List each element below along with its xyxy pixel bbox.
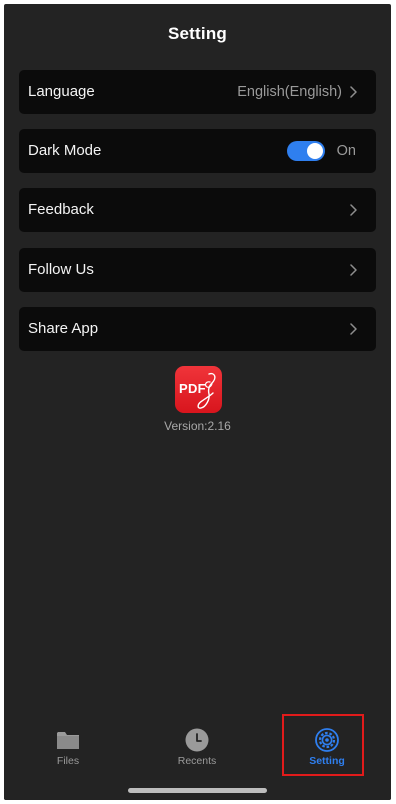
feedback-label: Feedback — [28, 201, 94, 218]
tab-files[interactable]: Files — [23, 714, 113, 774]
folder-icon — [57, 732, 79, 749]
dark-mode-toggle[interactable] — [287, 141, 325, 161]
settings-screen: Setting Language English(English) Dark M… — [4, 4, 391, 800]
clock-icon — [185, 728, 209, 752]
chevron-right-icon — [350, 204, 357, 216]
page-title: Setting — [167, 24, 227, 43]
chevron-right-icon — [350, 86, 357, 98]
follow-us-row[interactable]: Follow Us — [19, 248, 376, 292]
app-logo: PDF — [175, 366, 222, 413]
chevron-right-icon — [350, 323, 357, 335]
share-app-label: Share App — [28, 320, 99, 337]
tab-recents-label: Recents — [177, 755, 217, 767]
tab-recents[interactable]: Recents — [152, 714, 242, 774]
language-row[interactable]: Language English(English) — [19, 70, 376, 114]
dark-mode-label: Dark Mode — [28, 142, 102, 159]
language-value: English(English) — [237, 84, 342, 100]
share-app-row[interactable]: Share App — [19, 307, 376, 351]
dark-mode-row: Dark Mode On — [19, 129, 376, 173]
toggle-knob — [307, 143, 323, 159]
tab-files-label: Files — [56, 755, 80, 767]
follow-us-label: Follow Us — [28, 261, 94, 278]
signature-script-icon — [197, 372, 216, 409]
language-label: Language — [28, 83, 95, 100]
dark-mode-state: On — [336, 143, 356, 159]
chevron-right-icon — [350, 264, 357, 276]
feedback-row[interactable]: Feedback — [19, 188, 376, 232]
highlight-box — [282, 714, 364, 776]
version-text: Version:2.16 — [164, 419, 231, 433]
home-indicator — [128, 788, 267, 793]
